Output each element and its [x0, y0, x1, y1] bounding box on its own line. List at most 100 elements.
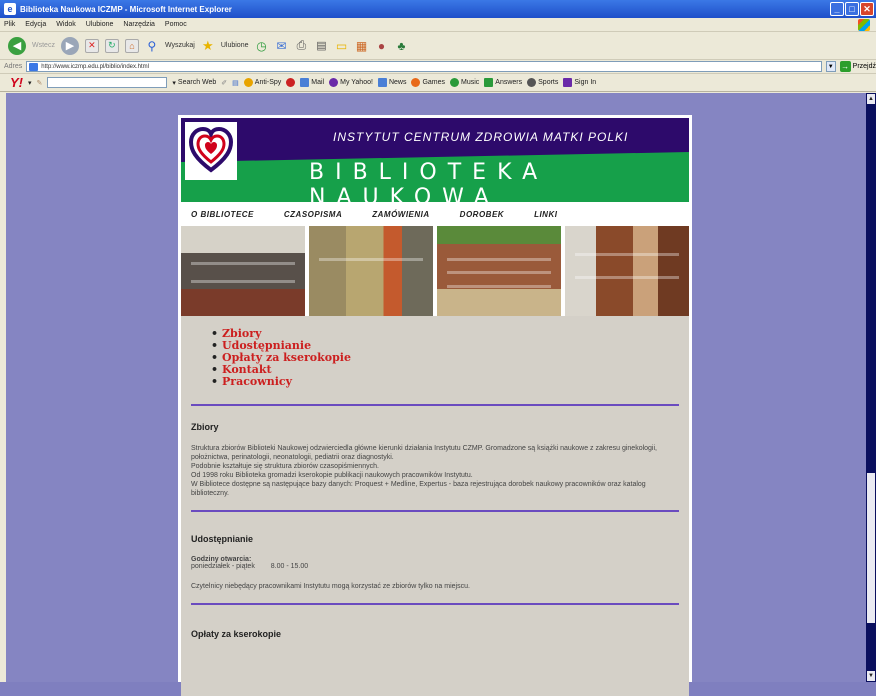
menu-help[interactable]: Pomoc: [165, 21, 187, 28]
photo-shelf: [446, 257, 552, 261]
scroll-up-arrow-icon[interactable]: ▲: [867, 94, 875, 104]
back-label[interactable]: Wstecz: [32, 42, 55, 49]
photo-shelf: [446, 271, 552, 274]
menu-favorites[interactable]: Ulubione: [86, 21, 114, 28]
photo-shelf: [446, 284, 552, 288]
photo-shelf: [574, 275, 680, 279]
search-label[interactable]: Wyszukaj: [165, 42, 195, 49]
title-bar: e Biblioteka Naukowa ICZMP - Microsoft I…: [0, 0, 876, 18]
popup-blocker-icon[interactable]: [286, 78, 296, 87]
search-icon[interactable]: ⚲: [145, 39, 159, 53]
yahoo-logo-icon[interactable]: Y!: [10, 75, 23, 90]
yahoo-item-answers[interactable]: Answers: [484, 78, 522, 87]
link-pracownicy[interactable]: Pracownicy: [211, 376, 679, 388]
address-url: http://www.iczmp.edu.pl/biblio/index.htm…: [41, 64, 150, 70]
standard-toolbar: ◀ Wstecz ▶ ✕ ↻ ⌂ ⚲ Wyszukaj ★ Ulubione ◷…: [0, 32, 876, 60]
antispy-icon: [243, 78, 253, 87]
yahoo-item-label: Mail: [311, 79, 325, 86]
link-oplaty[interactable]: Opłaty za kserokopie: [211, 352, 679, 364]
search-web-label: Search Web: [177, 79, 217, 86]
yahoo-item-sports[interactable]: Sports: [527, 78, 558, 87]
address-input[interactable]: http://www.iczmp.edu.pl/biblio/index.htm…: [26, 61, 822, 72]
yahoo-menu-chevron-icon[interactable]: ▾: [28, 79, 32, 87]
yahoo-toolbar: Y! ▾ ✎ ▾ Search Web ✐ ▤ Anti-Spy Mail My…: [0, 74, 876, 92]
yahoo-item-label: News: [388, 79, 407, 86]
refresh-icon[interactable]: ↻: [104, 38, 119, 53]
print-icon[interactable]: ⎙: [294, 38, 308, 53]
section-text-zbiory: Struktura zbiorów Biblioteki Naukowej od…: [191, 445, 657, 497]
mail-icon[interactable]: ✉: [274, 39, 288, 53]
nav-dorobek[interactable]: DOROBEK: [460, 210, 504, 219]
yahoo-item-label: My Yahoo!: [340, 79, 373, 86]
pencil-icon[interactable]: ✎: [37, 79, 43, 87]
go-button[interactable]: → Przejdź: [839, 61, 876, 72]
window-title: Biblioteka Naukowa ICZMP - Microsoft Int…: [20, 4, 232, 14]
photo-shelf: [318, 257, 424, 261]
go-label: Przejdź: [852, 63, 876, 70]
library-photo: [309, 226, 433, 316]
nav-zamowienia[interactable]: ZAMÓWIENIA: [372, 210, 429, 219]
menu-file[interactable]: Plik: [4, 21, 15, 28]
favorites-label[interactable]: Ulubione: [221, 42, 249, 49]
answers-icon: [484, 78, 494, 87]
menu-view[interactable]: Widok: [56, 21, 75, 28]
history-icon[interactable]: ◷: [254, 39, 268, 53]
yahoo-item-label: Music: [461, 79, 480, 86]
photo-shelf: [574, 253, 680, 256]
yahoo-item-mail[interactable]: Mail: [300, 78, 324, 87]
window-controls: _ □ ✕: [830, 2, 874, 16]
opening-hours: 8.00 - 15.00: [270, 563, 309, 570]
yahoo-item-myyahoo[interactable]: My Yahoo!: [329, 78, 373, 87]
library-name: BIBLIOTEKA NAUKOWA: [309, 160, 549, 202]
news-icon: [377, 78, 387, 87]
site-nav: O BIBLIOTECE CZASOPISMA ZAMÓWIENIA DOROB…: [181, 202, 689, 226]
chevron-down-icon: ▾: [172, 79, 176, 87]
library-photo: [437, 226, 561, 316]
yahoo-item-music[interactable]: Music: [450, 78, 479, 87]
stop-icon[interactable]: ✕: [84, 38, 99, 53]
yahoo-item-games[interactable]: Games: [411, 78, 445, 87]
section-title-zbiory: Zbiory: [191, 422, 219, 432]
toolbar-options-icon[interactable]: ▤: [232, 79, 239, 87]
menu-bar: Plik Edycja Widok Ulubione Narzędzia Pom…: [0, 18, 876, 32]
vertical-scrollbar[interactable]: ▲ ▼: [866, 93, 876, 682]
maximize-button[interactable]: □: [845, 2, 859, 16]
myyahoo-icon: [329, 78, 339, 87]
opening-hours-label: Godziny otwarcia:: [191, 556, 252, 563]
edit-icon[interactable]: ▤: [314, 39, 328, 53]
menu-edit[interactable]: Edycja: [25, 21, 46, 28]
opening-days: poniedziałek - piątek: [191, 563, 255, 570]
back-arrow-icon[interactable]: ◀: [8, 36, 26, 55]
yahoo-item-signin[interactable]: Sign In: [563, 78, 596, 87]
section-text-udostepnianie: Czytelnicy niebędący pracownikami Instyt…: [191, 583, 470, 590]
search-web-button[interactable]: ▾ Search Web: [172, 79, 216, 87]
nav-czasopisma[interactable]: CZASOPISMA: [284, 210, 342, 219]
scroll-down-arrow-icon[interactable]: ▼: [867, 671, 875, 681]
nav-linki[interactable]: LINKI: [534, 210, 557, 219]
highlight-icon[interactable]: ✐: [221, 79, 227, 87]
ie-icon: e: [4, 3, 16, 15]
yahoo-search-input[interactable]: [47, 77, 168, 88]
people-icon[interactable]: ♣: [394, 39, 408, 53]
iczmp-logo[interactable]: [185, 122, 237, 180]
favorites-star-icon[interactable]: ★: [201, 38, 215, 53]
address-dropdown[interactable]: ▼: [825, 61, 836, 72]
folder-icon[interactable]: ▭: [334, 39, 348, 53]
messenger-icon[interactable]: ●: [374, 39, 388, 53]
yahoo-item-label: Games: [422, 79, 446, 86]
nav-o-bibliotece[interactable]: O BIBLIOTECE: [191, 210, 254, 219]
yahoo-item-news[interactable]: News: [377, 78, 407, 87]
signin-icon: [563, 78, 573, 87]
close-button[interactable]: ✕: [860, 2, 874, 16]
go-arrow-icon: →: [839, 61, 851, 72]
site-banner: INSTYTUT CENTRUM ZDROWIA MATKI POLKI BIB…: [181, 118, 689, 202]
research-icon[interactable]: ▦: [354, 39, 368, 53]
yahoo-item-label: Anti-Spy: [254, 79, 282, 86]
scrollbar-thumb[interactable]: [867, 473, 875, 623]
mail-icon: [300, 78, 310, 87]
yahoo-item-antispy[interactable]: Anti-Spy: [243, 78, 282, 87]
minimize-button[interactable]: _: [830, 2, 844, 16]
home-icon[interactable]: ⌂: [124, 38, 139, 53]
forward-arrow-icon[interactable]: ▶: [60, 36, 79, 55]
menu-tools[interactable]: Narzędzia: [123, 21, 155, 28]
